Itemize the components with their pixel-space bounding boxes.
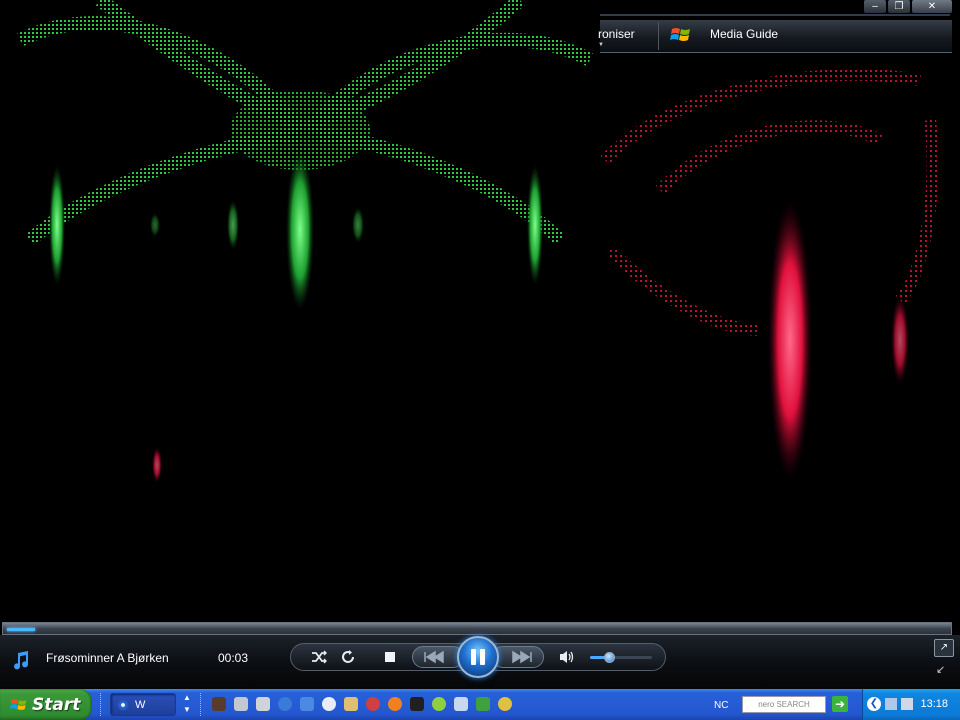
- tab-sync[interactable]: roniser ▼: [598, 27, 635, 48]
- chevron-left-icon[interactable]: ❮: [867, 697, 881, 711]
- tray-app-icon[interactable]: [885, 698, 897, 710]
- quicklaunch-app-icon[interactable]: [344, 697, 358, 711]
- windows-logo-icon: [10, 698, 27, 710]
- fullscreen-icon[interactable]: ↗: [934, 639, 954, 657]
- stop-icon[interactable]: [378, 645, 402, 669]
- quicklaunch-app-icon[interactable]: [300, 697, 314, 711]
- red-wave-shape: [600, 68, 939, 336]
- nero-search-field[interactable]: nero SEARCH: [742, 696, 826, 713]
- visualization-graphic: [16, 0, 939, 483]
- nc-label: NC: [714, 700, 729, 711]
- start-button[interactable]: Start: [0, 689, 92, 720]
- tab-bar: roniser ▼ Media Guide: [598, 20, 952, 53]
- clock[interactable]: 13:18: [920, 698, 948, 710]
- seek-progress: [7, 628, 35, 631]
- next-icon: [512, 650, 532, 664]
- close-icon[interactable]: ✕: [912, 0, 952, 13]
- previous-icon: [424, 650, 444, 664]
- quicklaunch-app-icon[interactable]: [234, 697, 248, 711]
- taskbar-item-label: W: [135, 698, 146, 711]
- seek-bar[interactable]: [2, 622, 952, 635]
- shuffle-icon[interactable]: [307, 645, 331, 669]
- music-note-icon: [14, 651, 29, 670]
- tab-sync-label: roniser: [598, 27, 635, 41]
- mini-mode-icon[interactable]: ↙: [936, 663, 950, 677]
- repeat-icon[interactable]: [336, 645, 360, 669]
- quicklaunch-grip[interactable]: [200, 693, 204, 716]
- track-title: Frøsominner A Bjørken: [46, 651, 169, 665]
- taskbar-item-media-player[interactable]: W: [110, 693, 176, 716]
- chevron-down-icon[interactable]: ▼: [598, 42, 604, 48]
- quicklaunch-app-icon[interactable]: [212, 697, 226, 711]
- next-button[interactable]: [492, 646, 544, 668]
- quicklaunch-app-icon[interactable]: [432, 697, 446, 711]
- tab-media-guide-label: Media Guide: [710, 27, 779, 41]
- visualization-area[interactable]: [0, 0, 960, 622]
- media-player-icon: [117, 698, 129, 711]
- taskbar-grip[interactable]: [100, 693, 104, 716]
- start-label: Start: [32, 694, 81, 715]
- elapsed-time[interactable]: 00:03: [218, 651, 248, 665]
- quicklaunch-app-icon[interactable]: [410, 697, 424, 711]
- volume-slider[interactable]: [590, 656, 652, 659]
- pause-button[interactable]: [457, 636, 499, 678]
- quicklaunch-app-icon[interactable]: [454, 697, 468, 711]
- restore-icon[interactable]: ❐: [888, 0, 910, 13]
- tab-divider: [658, 22, 659, 50]
- tab-media-guide[interactable]: Media Guide: [710, 27, 778, 41]
- windows-logo-icon: [670, 28, 690, 41]
- pause-icon: [469, 649, 487, 665]
- green-center-cluster: [49, 90, 543, 310]
- windows-taskbar: Start W ▲ ▼ NC nero SEARCH ➜ ❮ 13:18: [0, 689, 960, 720]
- volume-knob[interactable]: [604, 652, 615, 663]
- player-control-bar: Frøsominner A Bjørken 00:03 ↗ ↙: [0, 635, 960, 689]
- go-arrow-icon[interactable]: ➜: [832, 696, 848, 712]
- minimize-icon[interactable]: –: [864, 0, 886, 13]
- quicklaunch-app-icon[interactable]: [476, 697, 490, 711]
- quicklaunch-app-icon[interactable]: [322, 697, 336, 711]
- system-tray: ❮ 13:18: [862, 689, 960, 720]
- taskbar-scroll[interactable]: ▲ ▼: [182, 692, 192, 716]
- window-controls: – ❐ ✕: [864, 0, 952, 14]
- quicklaunch-app-icon[interactable]: [256, 697, 270, 711]
- network-icon[interactable]: [901, 698, 913, 710]
- title-bar-edge: [600, 14, 950, 16]
- quicklaunch-app-icon[interactable]: [498, 697, 512, 711]
- quicklaunch-app-icon[interactable]: [366, 697, 380, 711]
- internet-explorer-icon[interactable]: [278, 697, 292, 711]
- quicklaunch-app-icon[interactable]: [388, 697, 402, 711]
- speaker-icon[interactable]: [555, 645, 579, 669]
